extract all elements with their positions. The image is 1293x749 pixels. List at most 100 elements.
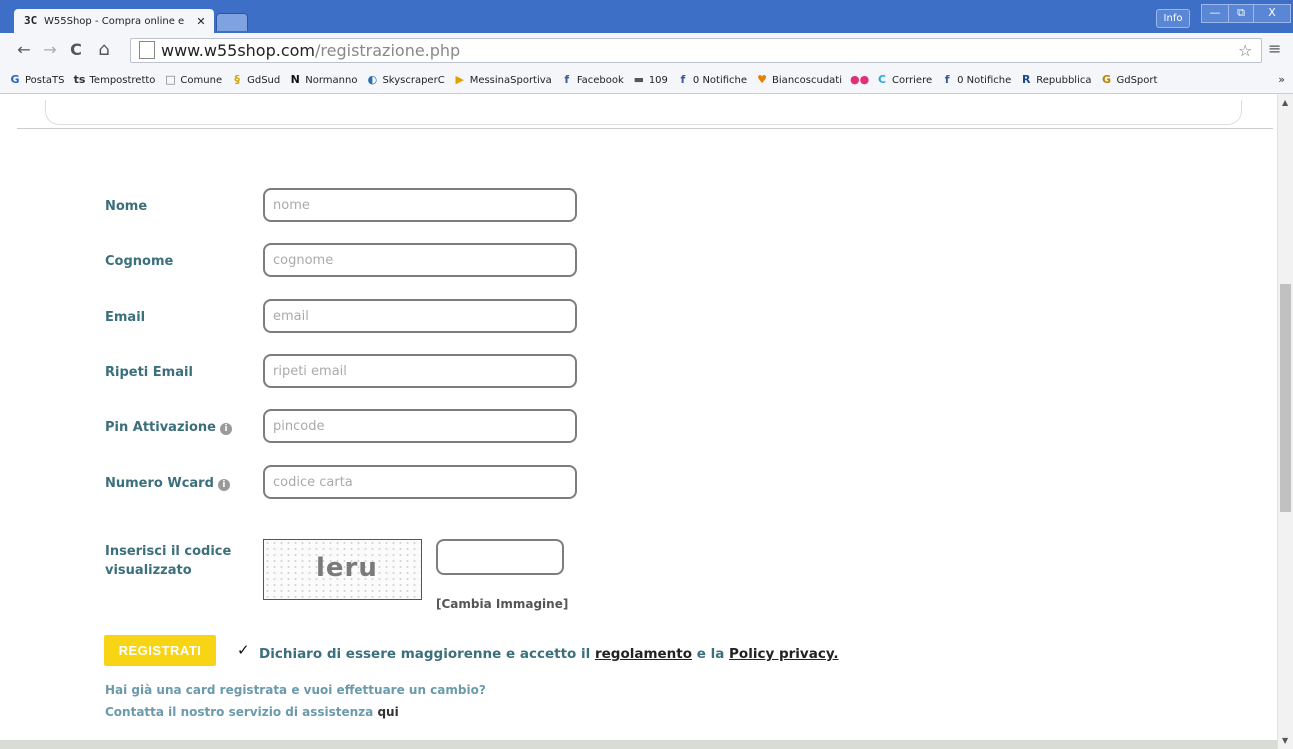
tab-strip: 3C W55Shop - Compra online e ✕ Info — ⧉ … — [0, 0, 1293, 33]
bookmark-item[interactable]: ▬ 109 — [632, 73, 668, 87]
captcha-image: leru — [263, 539, 422, 600]
info-icon[interactable]: i — [219, 423, 232, 435]
captcha-label: Inserisci il codice visualizzato — [105, 542, 231, 580]
bookmark-star-icon[interactable]: ☆ — [1238, 41, 1252, 60]
regolamento-link[interactable]: regolamento — [595, 646, 692, 662]
bookmark-icon: § — [234, 73, 240, 86]
bookmark-label: Biancoscudati — [772, 74, 842, 86]
help-contact-text: Contatta il nostro servizio di assistenz… — [105, 705, 378, 719]
wcard-input[interactable] — [263, 465, 577, 499]
bookmark-label: Tempostretto — [89, 74, 156, 86]
bookmark-item[interactable]: R Repubblica — [1019, 73, 1091, 87]
bookmark-label: 109 — [648, 74, 668, 86]
cognome-input[interactable] — [263, 243, 577, 277]
bookmark-label: Comune — [180, 74, 223, 86]
url-path: /registrazione.php — [315, 41, 461, 60]
register-button[interactable]: REGISTRATI — [104, 635, 216, 666]
bookmark-item[interactable]: N Normanno — [288, 73, 358, 87]
back-button[interactable]: ← — [14, 40, 34, 60]
bookmarks-more-icon[interactable]: » — [1278, 73, 1285, 86]
bookmark-item[interactable]: § GdSud — [230, 73, 280, 87]
bookmark-icon: G — [10, 73, 20, 86]
bookmarks-bar: G PostaTS ts Tempostretto □ Comune § GdSud N Norm… — [0, 67, 1293, 94]
bookmark-label: Normanno — [305, 74, 358, 86]
bookmark-label: PostaTS — [25, 74, 65, 86]
bookmark-icon: □ — [165, 73, 176, 86]
bookmark-item[interactable]: f 0 Notifiche — [940, 73, 1012, 87]
tab-active[interactable]: 3C W55Shop - Compra online e ✕ — [14, 9, 214, 33]
bookmark-item[interactable]: G GdSport — [1099, 73, 1157, 87]
policy-privacy-link[interactable]: Policy privacy. — [729, 646, 838, 662]
menu-icon[interactable]: ≡ — [1268, 39, 1281, 58]
help-qui-link[interactable]: qui — [377, 705, 398, 719]
vertical-scrollbar[interactable]: ▲ ▼ — [1277, 94, 1293, 749]
bookmark-icon: f — [944, 73, 950, 86]
bookmark-icon: N — [290, 73, 300, 86]
nome-label: Nome — [105, 199, 148, 214]
change-image-link[interactable]: [Cambia Immagine] — [436, 597, 568, 611]
minimize-button[interactable]: — — [1201, 4, 1229, 23]
bookmark-label: 0 Notifiche — [692, 74, 748, 86]
info-icon[interactable]: i — [217, 479, 230, 491]
bookmark-item[interactable]: ♥ Biancoscudati — [755, 73, 842, 87]
bookmark-item[interactable]: G PostaTS — [8, 73, 65, 87]
help-card-change: Hai già una card registrata e vuoi effet… — [105, 683, 486, 697]
pin-label: Pin Attivazione i — [105, 420, 232, 435]
close-window-button[interactable]: X — [1253, 4, 1291, 23]
bookmark-icon: ts — [73, 73, 86, 86]
info-button[interactable]: Info — [1156, 9, 1190, 28]
bookmark-label: Facebook — [576, 74, 624, 86]
bookmark-item[interactable]: C Corriere — [875, 73, 932, 87]
bookmark-label: MessinaSportiva — [469, 74, 552, 86]
scroll-down-icon[interactable]: ▼ — [1282, 736, 1288, 745]
agree-text: Dichiaro di essere maggiorenne e accetto… — [259, 646, 839, 662]
forward-button[interactable]: → — [40, 40, 60, 60]
bookmark-label: SkyscraperC — [382, 74, 445, 86]
page-icon — [139, 41, 155, 59]
bookmark-icon: ▶ — [455, 73, 464, 86]
nome-input[interactable] — [263, 188, 577, 222]
bookmark-item[interactable]: ●● — [850, 73, 869, 87]
bookmark-item[interactable]: ▶ MessinaSportiva — [453, 73, 552, 87]
pin-input[interactable] — [263, 409, 577, 443]
wcard-label-text: Numero Wcard — [105, 476, 214, 491]
cognome-label: Cognome — [105, 254, 174, 269]
maximize-button[interactable]: ⧉ — [1228, 4, 1254, 23]
bookmark-icon: R — [1022, 73, 1031, 86]
bookmark-item[interactable]: f 0 Notifiche — [676, 73, 748, 87]
agree-text-middle: e la — [692, 646, 730, 662]
email-label: Email — [105, 310, 146, 325]
bookmark-item[interactable]: □ Comune — [163, 73, 222, 87]
new-tab-button[interactable] — [216, 13, 248, 31]
address-bar[interactable]: www.w55shop.com/registrazione.php — [130, 38, 1262, 63]
url-host: www.w55shop.com — [161, 41, 315, 60]
help-contact: Contatta il nostro servizio di assistenz… — [105, 705, 399, 719]
agree-checkbox[interactable]: ✓ — [237, 641, 250, 659]
ripeti-email-input[interactable] — [263, 354, 577, 388]
browser-toolbar: ← → C ⌂ www.w55shop.com/registrazione.ph… — [0, 33, 1293, 67]
reload-button[interactable]: C — [66, 40, 86, 60]
bookmark-icon: G — [1101, 73, 1111, 86]
bookmark-label: Corriere — [892, 74, 933, 86]
pin-label-text: Pin Attivazione — [105, 420, 216, 435]
bookmark-icon: C — [877, 73, 887, 86]
home-button[interactable]: ⌂ — [94, 40, 114, 60]
captcha-input[interactable] — [436, 539, 564, 575]
captcha-label-line2: visualizzato — [105, 563, 192, 578]
bookmark-icon: ▬ — [633, 73, 645, 86]
close-tab-icon[interactable]: ✕ — [194, 15, 208, 28]
scroll-up-icon[interactable]: ▲ — [1282, 98, 1288, 107]
agree-text-before: Dichiaro di essere maggiorenne e accetto… — [259, 646, 595, 662]
ripeti-email-label: Ripeti Email — [105, 365, 193, 380]
bookmark-item[interactable]: ts Tempostretto — [73, 73, 156, 87]
bookmark-label: GdSport — [1116, 74, 1158, 86]
bookmark-label: Repubblica — [1036, 74, 1092, 86]
bookmark-item[interactable]: ◐ SkyscraperC — [365, 73, 445, 87]
bookmark-item[interactable]: f Facebook — [560, 73, 624, 87]
scroll-thumb[interactable] — [1280, 284, 1291, 512]
bookmark-label: 0 Notifiche — [957, 74, 1012, 86]
tab-title: W55Shop - Compra online e — [44, 15, 185, 27]
email-input[interactable] — [263, 299, 577, 333]
wcard-label: Numero Wcard i — [105, 476, 230, 491]
footer-band — [0, 740, 1277, 749]
